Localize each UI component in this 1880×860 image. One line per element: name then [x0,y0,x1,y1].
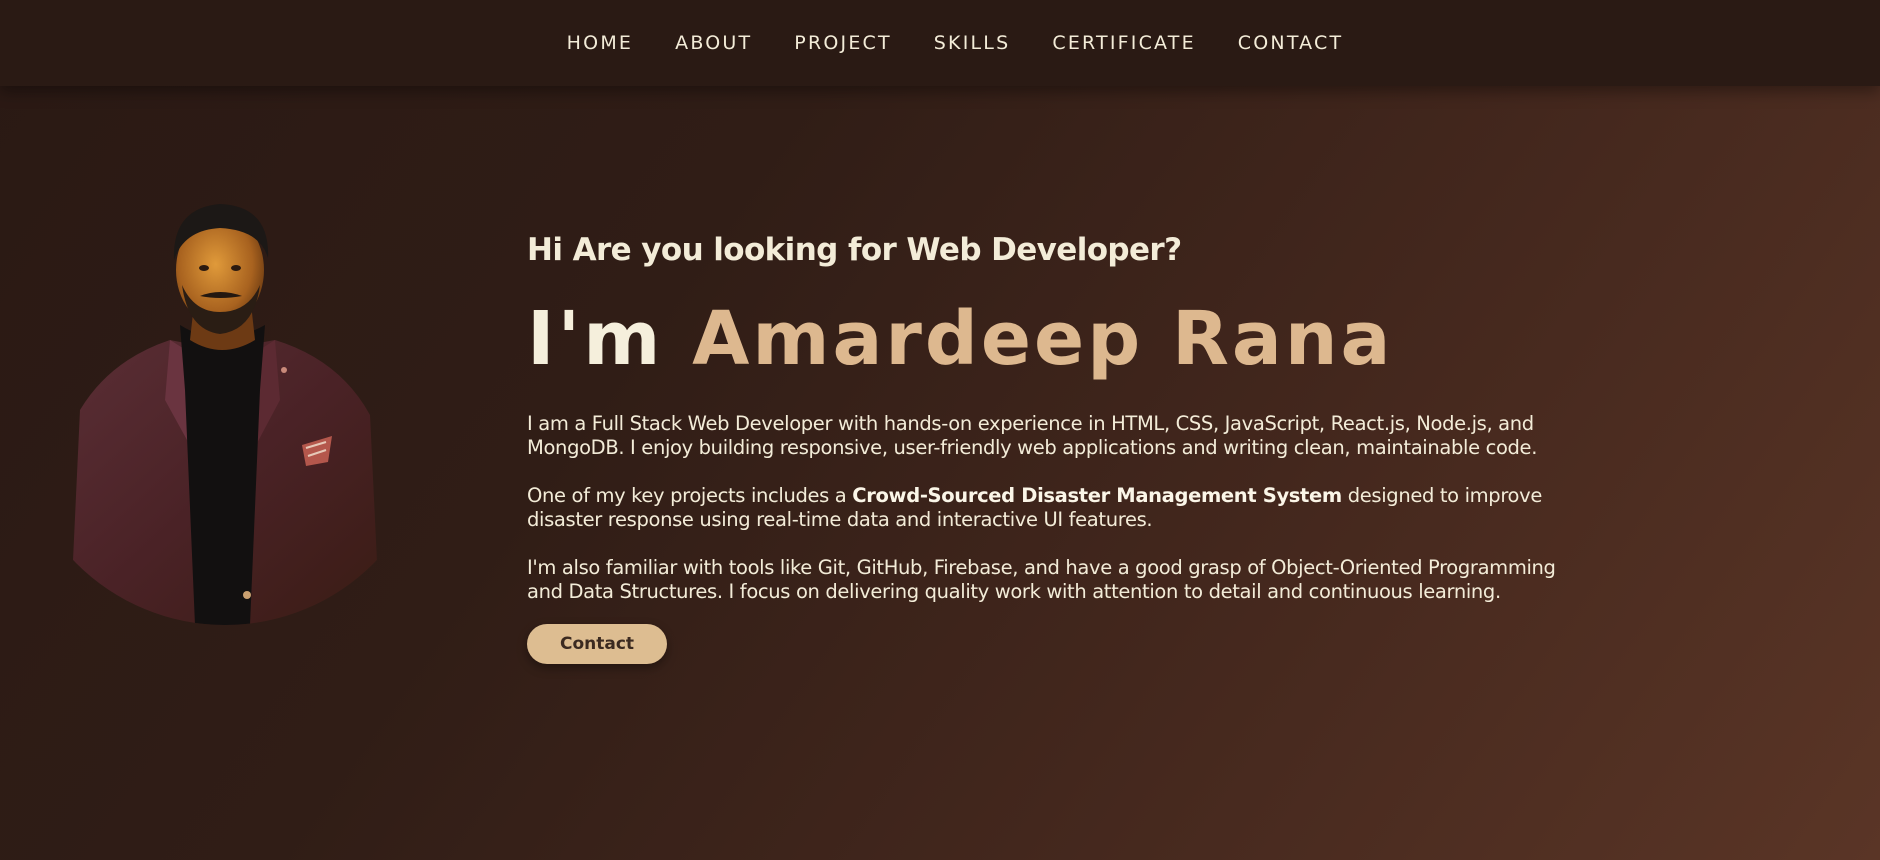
hero-section: Hi Are you looking for Web Developer? I'… [527,232,1567,664]
nav-about[interactable]: ABOUT [675,32,752,54]
contact-button[interactable]: Contact [527,624,668,664]
nav-certificate[interactable]: CERTIFICATE [1052,32,1195,54]
hero-greeting: Hi Are you looking for Web Developer? [527,232,1182,268]
project-name: Crowd-Sourced Disaster Management System [852,484,1342,507]
headline-prefix: I'm [527,296,693,382]
profile-photo [70,204,380,625]
nav-contact[interactable]: CONTACT [1238,32,1344,54]
nav-skills[interactable]: SKILLS [934,32,1011,54]
skills-paragraph: I'm also familiar with tools like Git, G… [527,556,1556,603]
headline-name: Amardeep Rana [692,296,1394,382]
intro-paragraph: I am a Full Stack Web Developer with han… [527,412,1538,459]
nav-home[interactable]: HOME [567,32,633,54]
top-navbar: HOME ABOUT PROJECT SKILLS CERTIFICATE CO… [0,0,1880,86]
nav-project[interactable]: PROJECT [794,32,892,54]
project-text-before: One of my key projects includes a [527,484,853,507]
hero-headline: I'm Amardeep Rana [527,302,1567,376]
project-paragraph: One of my key projects includes a Crowd-… [527,484,1567,532]
